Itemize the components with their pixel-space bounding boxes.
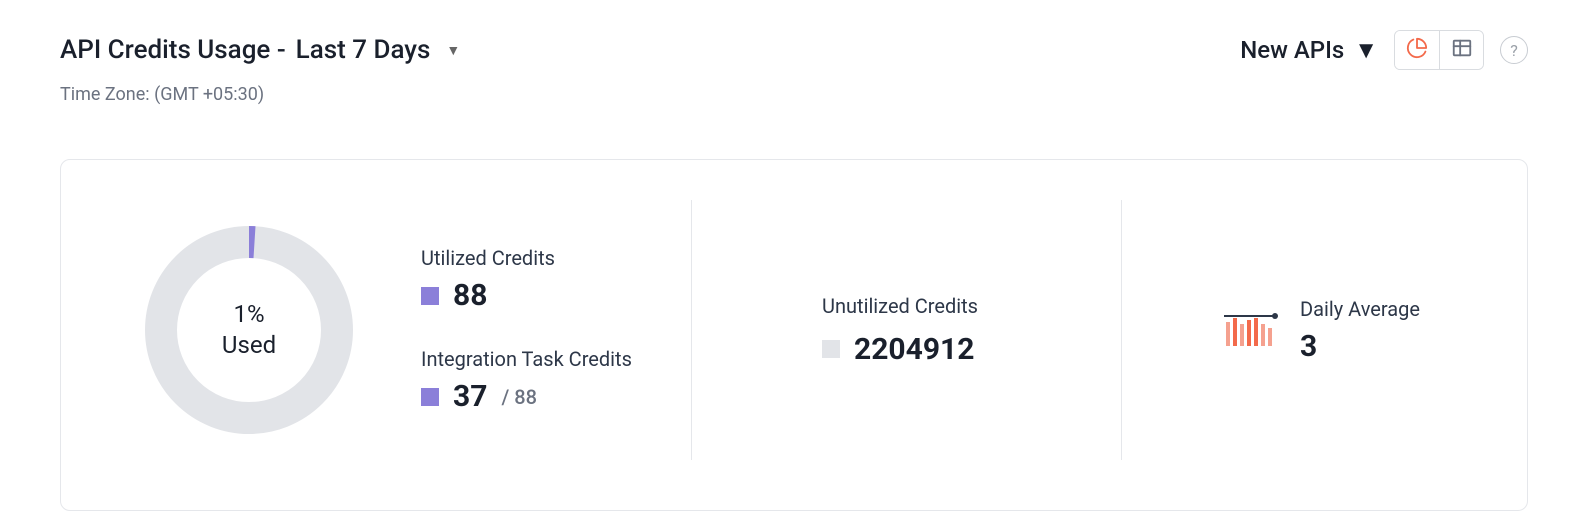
integration-credits-block: Integration Task Credits 37 / 88	[421, 347, 632, 414]
page-title: API Credits Usage -	[60, 35, 286, 65]
timezone-label: Time Zone: (GMT +05:30)	[60, 84, 1528, 105]
table-icon	[1451, 37, 1473, 63]
utilized-credits-block: Utilized Credits 88	[421, 246, 632, 313]
new-apis-dropdown[interactable]: New APIs ▼	[1240, 36, 1378, 65]
table-view-button[interactable]	[1439, 31, 1483, 69]
usage-donut-chart: 1% Used	[141, 222, 357, 438]
purple-swatch-icon	[421, 388, 439, 406]
bar-trend-icon	[1222, 308, 1278, 352]
pie-chart-icon	[1406, 37, 1428, 63]
view-toggle	[1394, 30, 1484, 70]
chart-view-button[interactable]	[1395, 31, 1439, 69]
utilized-label: Utilized Credits	[421, 246, 632, 270]
new-apis-label: New APIs	[1240, 36, 1344, 64]
range-label: Last 7 Days	[296, 35, 431, 65]
daily-avg-value: 3	[1300, 329, 1420, 364]
integration-denominator: / 88	[501, 385, 537, 409]
chevron-down-icon: ▼	[1354, 36, 1378, 65]
integration-label: Integration Task Credits	[421, 347, 632, 371]
gray-swatch-icon	[822, 340, 840, 358]
chevron-down-icon: ▼	[446, 42, 460, 59]
title-range-selector[interactable]: API Credits Usage - Last 7 Days ▼	[60, 35, 460, 65]
unutilized-label: Unutilized Credits	[822, 294, 978, 318]
daily-avg-label: Daily Average	[1300, 297, 1420, 321]
donut-percent: 1%	[233, 299, 264, 330]
stats-card: 1% Used Utilized Credits 88 Integration …	[60, 159, 1528, 511]
purple-swatch-icon	[421, 287, 439, 305]
utilized-value: 88	[453, 278, 487, 313]
integration-value: 37	[453, 379, 487, 414]
daily-average-block: Daily Average 3	[1222, 200, 1420, 460]
page-header: API Credits Usage - Last 7 Days ▼ New AP…	[60, 30, 1528, 70]
unutilized-credits-block: Unutilized Credits 2204912	[822, 200, 978, 460]
help-button[interactable]: ?	[1500, 36, 1528, 64]
donut-used-label: Used	[222, 330, 276, 361]
unutilized-value: 2204912	[854, 332, 974, 367]
question-icon: ?	[1510, 41, 1518, 60]
